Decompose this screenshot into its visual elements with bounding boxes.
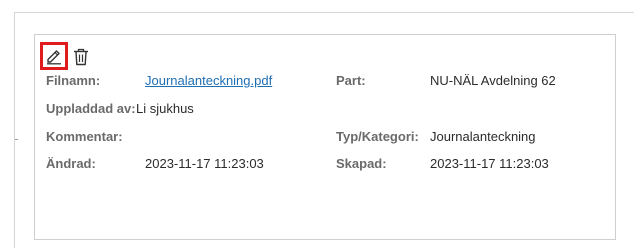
panel-edge-mark (15, 139, 18, 140)
delete-button[interactable] (71, 46, 91, 68)
part-value: NU-NÄL Avdelning 62 (430, 73, 556, 88)
trash-icon (73, 48, 89, 66)
filnamn-link[interactable]: Journalanteckning.pdf (145, 73, 272, 89)
filnamn-label: Filnamn: (46, 73, 101, 88)
typ-value: Journalanteckning (430, 129, 536, 144)
pencil-icon (45, 47, 63, 65)
part-label: Part: (336, 73, 366, 88)
typ-label: Typ/Kategori: (336, 129, 419, 144)
uppladdad-label: Uppladdad av: (46, 101, 136, 116)
andrad-value: 2023-11-17 11:23:03 (145, 156, 264, 171)
uppladdad-value: Li sjukhus (136, 101, 194, 116)
document-card: Filnamn: Journalanteckning.pdf Part: NU-… (34, 34, 616, 240)
edit-button[interactable] (40, 42, 68, 70)
skapad-value: 2023-11-17 11:23:03 (430, 156, 549, 171)
kommentar-label: Kommentar: (46, 129, 123, 144)
andrad-label: Ändrad: (46, 156, 96, 171)
skapad-label: Skapad: (336, 156, 387, 171)
